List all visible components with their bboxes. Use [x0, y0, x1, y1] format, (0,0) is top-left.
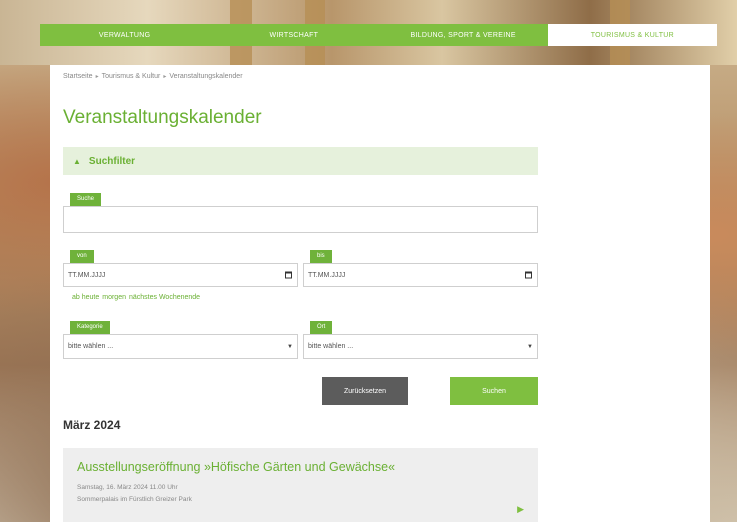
place-select[interactable]: bitte wählen ... ▼ [303, 334, 538, 359]
event-place: Sommerpalais im Fürstlich Greizer Park [77, 496, 192, 503]
calendar-icon[interactable] [285, 271, 292, 279]
date-from-label: von [70, 250, 94, 263]
event-title[interactable]: Ausstellungseröffnung »Höfische Gärten u… [77, 460, 395, 474]
event-date: Samstag, 16. März 2024 11.00 Uhr [77, 484, 178, 491]
date-quick-links: ab heute morgen nächstes Wochenende [72, 294, 200, 301]
quick-link-wochenende[interactable]: nächstes Wochenende [129, 294, 200, 301]
reset-button[interactable]: Zurücksetzen [322, 377, 408, 405]
search-filter-label: Suchfilter [88, 155, 136, 167]
nav-item-tourismus-kultur[interactable]: TOURISMUS & KULTUR [547, 24, 717, 46]
content-panel: Startseite ▸ Tourismus & Kultur ▸ Verans… [50, 65, 710, 522]
nav-item-verwaltung[interactable]: VERWALTUNG [40, 24, 209, 46]
breadcrumb-link-tourismus[interactable]: Tourismus & Kultur [102, 73, 161, 80]
arrow-right-icon[interactable]: ▶ [517, 504, 524, 515]
search-label: Suche [70, 193, 102, 206]
breadcrumb-separator: ▸ [95, 74, 99, 80]
main-navigation: VERWALTUNG WIRTSCHAFT BILDUNG, SPORT & V… [40, 24, 717, 46]
chevron-down-icon: ▼ [527, 343, 533, 350]
breadcrumb-separator: ▸ [163, 74, 167, 80]
page-title: Veranstaltungskalender [63, 107, 262, 128]
breadcrumb: Startseite ▸ Tourismus & Kultur ▸ Verans… [63, 73, 243, 80]
month-heading: März 2024 [63, 418, 121, 432]
nav-item-bildung[interactable]: BILDUNG, SPORT & VEREINE [379, 24, 548, 46]
breadcrumb-link-home[interactable]: Startseite [63, 73, 93, 80]
quick-link-ab-heute[interactable]: ab heute [72, 294, 99, 301]
chevron-down-icon: ▼ [287, 343, 293, 350]
place-label: Ort [310, 321, 333, 334]
category-selected-value: bitte wählen ... [68, 343, 114, 350]
category-label: Kategorie [70, 321, 110, 334]
nav-item-wirtschaft[interactable]: WIRTSCHAFT [209, 24, 378, 46]
date-from-value: TT.MM.JJJJ [68, 271, 106, 279]
place-selected-value: bitte wählen ... [308, 343, 354, 350]
breadcrumb-current: Veranstaltungskalender [169, 73, 243, 80]
search-filter-toggle[interactable]: ▲ Suchfilter [63, 147, 538, 175]
collapse-triangle-icon: ▲ [73, 156, 81, 166]
date-from-input[interactable]: TT.MM.JJJJ [63, 263, 298, 287]
event-card[interactable]: Ausstellungseröffnung »Höfische Gärten u… [63, 448, 538, 522]
quick-link-morgen[interactable]: morgen [102, 294, 126, 301]
calendar-icon[interactable] [525, 271, 532, 279]
category-select[interactable]: bitte wählen ... ▼ [63, 334, 298, 359]
search-input[interactable] [63, 206, 538, 233]
date-to-label: bis [310, 250, 332, 263]
date-to-input[interactable]: TT.MM.JJJJ [303, 263, 538, 287]
date-to-value: TT.MM.JJJJ [308, 271, 346, 279]
search-button[interactable]: Suchen [450, 377, 538, 405]
